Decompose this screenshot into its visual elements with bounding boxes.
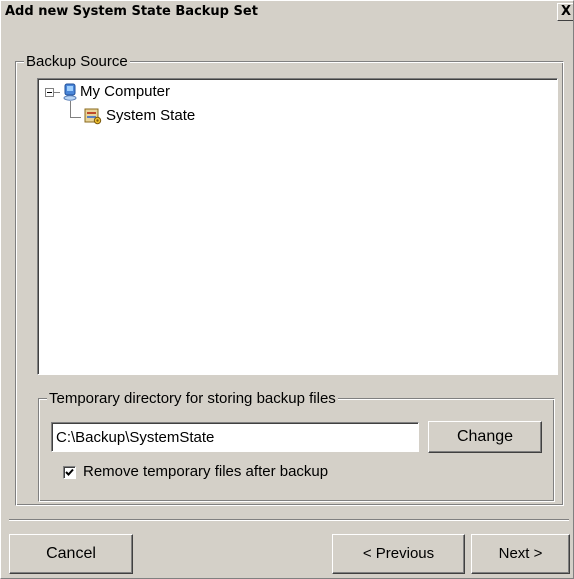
next-button[interactable]: Next > <box>471 534 570 574</box>
system-state-icon <box>84 108 102 125</box>
remove-temp-files-checkbox[interactable] <box>63 466 76 479</box>
tree-node-system-state[interactable]: System State <box>106 107 195 125</box>
button-bar-separator <box>9 519 569 521</box>
dialog-title: Add new System State Backup Set <box>5 4 258 19</box>
previous-button[interactable]: < Previous <box>332 534 465 574</box>
backup-set-dialog: Add new System State Backup Set X Backup… <box>0 0 574 579</box>
tree-connector-line <box>54 92 60 93</box>
tree-node-label: My Computer <box>80 83 171 100</box>
change-button[interactable]: Change <box>428 421 542 453</box>
collapse-toggle-icon[interactable] <box>45 88 54 97</box>
backup-source-tree[interactable]: My Computer System State <box>37 78 558 375</box>
close-icon: X <box>560 4 572 19</box>
tree-connector-line <box>70 101 71 118</box>
title-bar: Add new System State Backup Set X <box>1 1 573 23</box>
tree-connector-line <box>70 117 81 118</box>
temp-directory-input[interactable] <box>51 422 419 452</box>
temp-directory-legend: Temporary directory for storing backup f… <box>47 390 338 407</box>
cancel-button[interactable]: Cancel <box>9 534 133 574</box>
computer-icon <box>63 83 77 101</box>
remove-temp-files-label: Remove temporary files after backup <box>83 463 329 480</box>
backup-source-legend: Backup Source <box>24 53 130 70</box>
tree-node-label: System State <box>106 107 196 124</box>
close-button[interactable]: X <box>557 3 573 21</box>
tree-node-my-computer[interactable]: My Computer <box>80 83 170 101</box>
checkmark-icon <box>65 468 74 476</box>
